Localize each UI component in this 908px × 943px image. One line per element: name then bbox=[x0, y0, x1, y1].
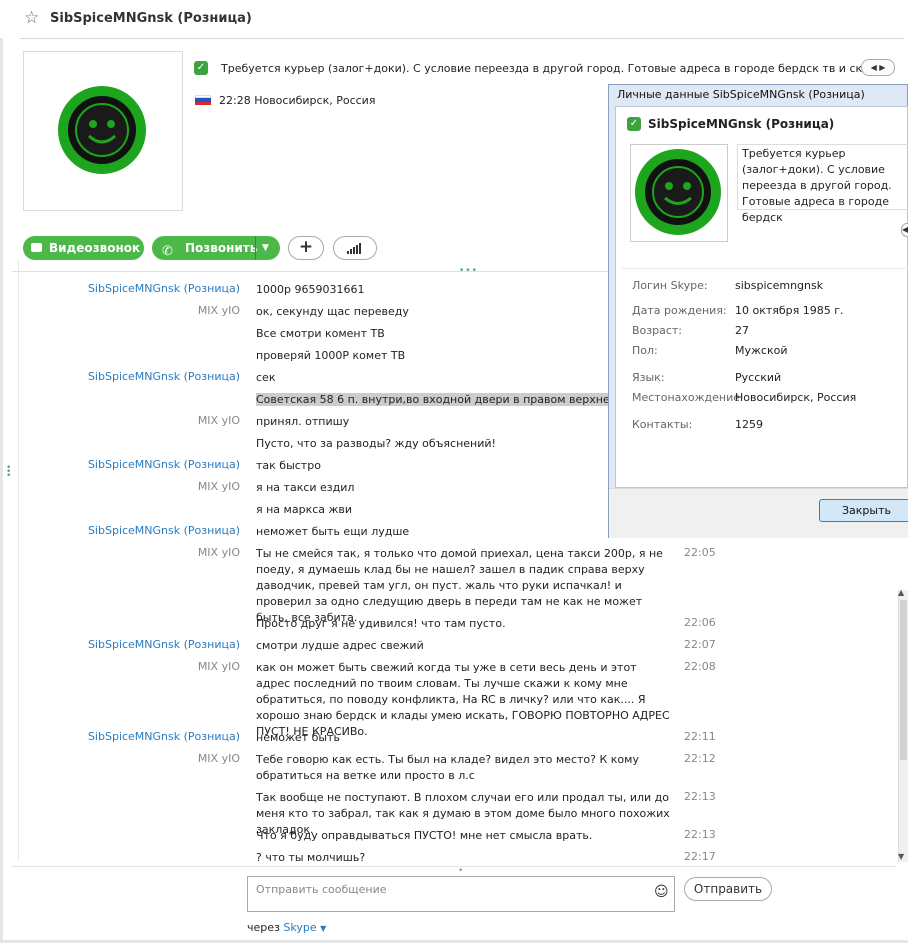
scroll-up-icon[interactable]: ▲ bbox=[898, 588, 904, 597]
mood-scroll-arrows[interactable]: ◀ ▶ bbox=[861, 59, 895, 76]
message-text: Ты не смейся так, я только что домой при… bbox=[256, 547, 663, 624]
message-sender[interactable]: SibSpiceMNGnsk (Розница) bbox=[88, 638, 240, 651]
message-time: 22:13 bbox=[684, 790, 716, 803]
message-sender[interactable]: MIX yIO bbox=[198, 480, 240, 493]
message-sender[interactable]: MIX yIO bbox=[198, 304, 240, 317]
message-time: 22:11 bbox=[684, 730, 716, 743]
field-label: Пол: bbox=[632, 344, 658, 357]
resize-handle[interactable]: • bbox=[458, 866, 463, 876]
field-label: Дата рождения: bbox=[632, 304, 727, 317]
field-label: Местонахождение bbox=[632, 391, 741, 404]
add-button[interactable]: + bbox=[288, 236, 324, 260]
expand-icon[interactable]: ◀ bbox=[901, 223, 908, 237]
mood-check-icon: ✓ bbox=[627, 117, 641, 131]
message-time: 22:13 bbox=[684, 828, 716, 841]
message-text: Просто друг я не удивился! что там пусто… bbox=[256, 617, 506, 630]
plus-icon: + bbox=[298, 237, 314, 257]
avatar[interactable] bbox=[56, 84, 148, 176]
message-text: Что я буду оправдываться ПУСТО! мне нет … bbox=[256, 829, 593, 842]
scroll-down-icon[interactable]: ▼ bbox=[898, 852, 904, 861]
call-quality-button[interactable] bbox=[333, 236, 377, 260]
dialog-title: Личные данные SibSpiceMNGnsk (Розница) bbox=[617, 88, 865, 101]
local-time-location: 22:28 Новосибирск, Россия bbox=[219, 94, 376, 107]
message-sender[interactable]: MIX yIO bbox=[198, 752, 240, 765]
video-camera-icon bbox=[31, 243, 42, 252]
message-time: 22:07 bbox=[684, 638, 716, 651]
message-text: ? что ты молчишь? bbox=[256, 851, 366, 864]
mood-message: Требуется курьер (залог+доки). С условие… bbox=[221, 62, 870, 75]
highlighted-text: Советская 58 6 п. внутри,во входной двер… bbox=[256, 393, 651, 406]
divider bbox=[622, 268, 908, 269]
page-title: SibSpiceMNGnsk (Розница) bbox=[50, 11, 252, 26]
field-value: sibspicemngnsk bbox=[735, 279, 824, 292]
emoticon-icon[interactable]: ☺ bbox=[654, 884, 669, 900]
send-button[interactable]: Отправить bbox=[684, 877, 772, 901]
field-value: 10 октября 1985 г. bbox=[735, 304, 844, 317]
field-label: Возраст: bbox=[632, 324, 683, 337]
message-sender[interactable]: SibSpiceMNGnsk (Розница) bbox=[88, 282, 240, 295]
via-label: через bbox=[247, 921, 280, 934]
field-label: Логин Skype: bbox=[632, 279, 708, 292]
video-call-button[interactable]: Видеозвонок bbox=[23, 236, 144, 260]
message-input-placeholder: Отправить сообщение bbox=[256, 883, 387, 896]
call-button[interactable]: ✆ Позвонить ▼ bbox=[152, 236, 280, 260]
message-time: 22:06 bbox=[684, 616, 716, 629]
message-text: Тебе говорю как есть. Ты был на кладе? в… bbox=[256, 753, 639, 782]
field-value: 27 bbox=[735, 324, 749, 337]
field-label: Контакты: bbox=[632, 418, 693, 431]
divider bbox=[20, 38, 904, 39]
left-window-edge bbox=[0, 0, 3, 943]
message-sender[interactable]: MIX yIO bbox=[198, 546, 240, 559]
sidebar-resize-handle[interactable]: • • • bbox=[6, 464, 11, 481]
dialog-contact-name: SibSpiceMNGnsk (Розница) bbox=[648, 117, 835, 131]
chevron-down-icon[interactable]: ▼ bbox=[320, 924, 326, 933]
message-sender[interactable]: SibSpiceMNGnsk (Розница) bbox=[88, 370, 240, 383]
call-label: Позвонить bbox=[185, 241, 258, 255]
message-sender[interactable]: MIX yIO bbox=[198, 414, 240, 427]
field-value: Мужской bbox=[735, 344, 788, 357]
message-time: 22:12 bbox=[684, 752, 716, 765]
send-via: через Skype ▼ bbox=[247, 921, 326, 934]
message-time: 22:08 bbox=[684, 660, 716, 673]
message-sender[interactable]: MIX yIO bbox=[198, 660, 240, 673]
close-button[interactable]: Закрыть bbox=[819, 499, 908, 522]
divider bbox=[255, 236, 256, 260]
signal-bars-icon bbox=[347, 230, 362, 254]
message-sender[interactable]: SibSpiceMNGnsk (Розница) bbox=[88, 458, 240, 471]
message-sender[interactable]: SibSpiceMNGnsk (Розница) bbox=[88, 524, 240, 537]
field-value: 1259 bbox=[735, 418, 763, 431]
dialog-mood-text: Требуется курьер (залог+доки). С условие… bbox=[742, 147, 892, 224]
video-call-label: Видеозвонок bbox=[49, 241, 141, 255]
message-text: как он может быть свежий когда ты уже в … bbox=[256, 661, 670, 738]
message-sender[interactable]: SibSpiceMNGnsk (Розница) bbox=[88, 730, 240, 743]
star-icon[interactable]: ☆ bbox=[24, 9, 39, 27]
message-time: 22:17 bbox=[684, 850, 716, 863]
russia-flag-icon bbox=[195, 95, 211, 105]
field-label: Язык: bbox=[632, 371, 665, 384]
message-text: смотри лудше адрес свежий bbox=[256, 639, 424, 652]
message-text: неможет быть bbox=[256, 731, 340, 744]
chevron-down-icon[interactable]: ▼ bbox=[262, 236, 269, 260]
via-service-link[interactable]: Skype bbox=[283, 921, 316, 934]
divider bbox=[18, 260, 19, 860]
mood-check-icon: ✓ bbox=[194, 61, 208, 75]
phone-icon: ✆ bbox=[162, 244, 173, 259]
field-value: Новосибирск, Россия bbox=[735, 391, 857, 404]
field-value: Русский bbox=[735, 371, 782, 384]
message-time: 22:05 bbox=[684, 546, 716, 559]
avatar bbox=[633, 147, 723, 237]
divider bbox=[12, 866, 896, 867]
scrollbar-thumb[interactable] bbox=[900, 600, 907, 760]
